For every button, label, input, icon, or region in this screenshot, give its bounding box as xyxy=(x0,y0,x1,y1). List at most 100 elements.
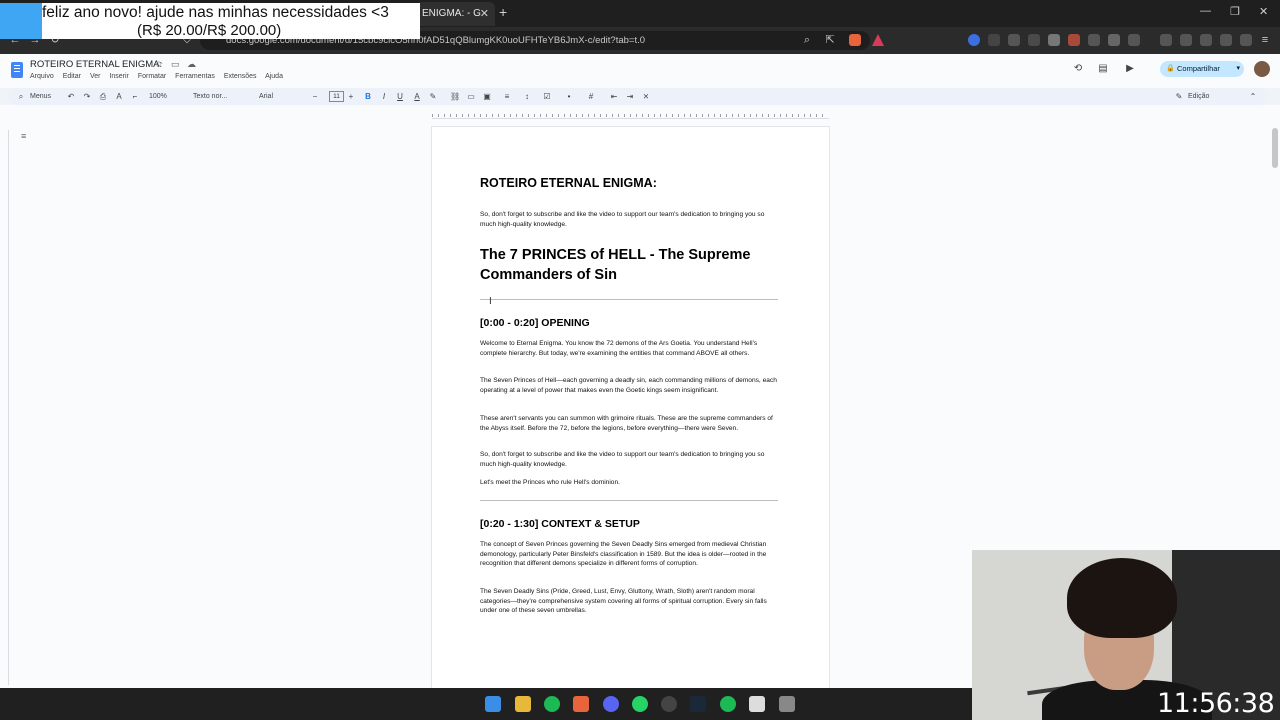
ruler-tick xyxy=(486,114,487,117)
align-icon[interactable]: ≡ xyxy=(502,90,512,103)
cloud-status-icon[interactable]: ☁ xyxy=(187,59,196,70)
extension-7-icon[interactable] xyxy=(1088,34,1100,46)
ruler-tick xyxy=(516,114,517,117)
extension-1-icon[interactable] xyxy=(968,34,980,46)
comment-icon[interactable]: ▭ xyxy=(466,90,476,103)
horizontal-ruler[interactable] xyxy=(432,111,829,119)
grammarly-icon[interactable] xyxy=(1028,34,1040,46)
spellcheck-icon[interactable]: A xyxy=(114,90,124,103)
menu-format[interactable]: Formatar xyxy=(138,73,166,80)
sidebar-icon[interactable] xyxy=(1180,34,1192,46)
font-select[interactable]: Arial xyxy=(259,90,273,103)
editing-mode-select[interactable]: Edição xyxy=(1188,90,1209,103)
share-button[interactable]: 🔒 Compartilhar ▾ xyxy=(1160,61,1244,77)
extension-2-icon[interactable] xyxy=(988,34,1000,46)
link-icon[interactable]: ⛓ xyxy=(450,90,460,103)
menu-tools[interactable]: Ferramentas xyxy=(175,73,215,80)
zoom-select[interactable]: 100% xyxy=(149,90,167,103)
paint-format-icon[interactable]: ⌐ xyxy=(130,90,140,103)
ruler-tick xyxy=(468,114,469,117)
minimize-icon[interactable]: — xyxy=(1200,5,1211,17)
steam-icon[interactable] xyxy=(690,696,706,712)
share-page-icon[interactable]: ⇱ xyxy=(823,33,837,47)
document-title[interactable]: ROTEIRO ETERNAL ENIGMA: xyxy=(30,59,162,70)
document-outline-icon[interactable]: ≡ xyxy=(21,131,26,141)
browser-tab-active[interactable]: ENIGMA: - G ✕ xyxy=(415,2,495,26)
browser-menu-icon[interactable]: ≡ xyxy=(1258,33,1272,47)
vpn-icon[interactable] xyxy=(1240,34,1252,46)
menu-help[interactable]: Ajuda xyxy=(265,73,283,80)
donation-progress-fill xyxy=(0,3,42,39)
calculator-icon[interactable] xyxy=(779,696,795,712)
brave-icon[interactable] xyxy=(573,696,589,712)
increase-indent-icon[interactable]: ⇥ xyxy=(625,90,635,103)
comments-icon[interactable]: ▤ xyxy=(1097,63,1109,75)
star-icon[interactable]: ☆ xyxy=(155,59,163,70)
start-icon[interactable] xyxy=(485,696,501,712)
checklist-icon[interactable]: ☑ xyxy=(542,90,552,103)
redo-icon[interactable]: ↷ xyxy=(82,90,92,103)
underline-icon[interactable]: U xyxy=(395,90,405,103)
avatar[interactable] xyxy=(1254,61,1270,77)
leo-ai-icon[interactable] xyxy=(1220,34,1232,46)
undo-icon[interactable]: ↶ xyxy=(66,90,76,103)
bold-icon[interactable]: B xyxy=(363,90,373,103)
menu-edit[interactable]: Editar xyxy=(63,73,81,80)
vertical-ruler[interactable] xyxy=(2,130,9,685)
italic-icon[interactable]: I xyxy=(379,90,389,103)
menu-file[interactable]: Arquivo xyxy=(30,73,54,80)
zoom-search-icon[interactable]: ⌕ xyxy=(800,33,814,47)
move-folder-icon[interactable]: ▭ xyxy=(171,59,180,70)
menus-search[interactable]: Menus xyxy=(30,90,51,103)
file-explorer-icon[interactable] xyxy=(515,696,531,712)
spotify-icon[interactable] xyxy=(544,696,560,712)
decrease-indent-icon[interactable]: ⇤ xyxy=(609,90,619,103)
brave-shield-icon[interactable] xyxy=(849,34,861,46)
docs-logo-icon[interactable] xyxy=(11,62,23,78)
ruler-tick xyxy=(738,114,739,117)
wallet-icon[interactable] xyxy=(1200,34,1212,46)
menu-insert[interactable]: Inserir xyxy=(109,73,128,80)
menu-extensions[interactable]: Extensões xyxy=(224,73,257,80)
history-icon[interactable]: ⟲ xyxy=(1072,63,1084,75)
discord-icon[interactable] xyxy=(603,696,619,712)
extension-6-icon[interactable] xyxy=(1068,34,1080,46)
decrease-size-icon[interactable]: − xyxy=(310,90,320,103)
new-tab-icon[interactable]: + xyxy=(499,4,507,20)
brave-rewards-icon[interactable] xyxy=(872,34,884,46)
bullet-list-icon[interactable]: • xyxy=(564,90,574,103)
highlight-icon[interactable]: ✎ xyxy=(428,90,438,103)
obs-icon[interactable] xyxy=(661,696,677,712)
search-icon[interactable]: ⌕ xyxy=(16,90,26,103)
maximize-icon[interactable]: ❐ xyxy=(1230,5,1240,18)
print-icon[interactable]: ⎙ xyxy=(98,90,108,103)
extension-9-icon[interactable] xyxy=(1128,34,1140,46)
extensions-puzzle-icon[interactable] xyxy=(1108,34,1120,46)
extension-5-icon[interactable] xyxy=(1048,34,1060,46)
clear-formatting-icon[interactable]: ⨯ xyxy=(641,90,651,103)
chevron-down-icon[interactable]: ▾ xyxy=(1236,61,1240,77)
meet-icon[interactable]: ▶ xyxy=(1124,63,1136,75)
collapse-menus-icon[interactable]: ⌃ xyxy=(1248,90,1258,103)
media-icon[interactable] xyxy=(1160,34,1172,46)
ruler-tick xyxy=(696,114,697,117)
font-size-field[interactable]: 11 xyxy=(329,91,344,102)
close-window-icon[interactable]: ✕ xyxy=(1259,5,1268,18)
ruler-tick xyxy=(750,114,751,117)
ruler-tick xyxy=(684,114,685,117)
line-spacing-icon[interactable]: ↕ xyxy=(522,90,532,103)
numbered-list-icon[interactable]: # xyxy=(586,90,596,103)
increase-size-icon[interactable]: + xyxy=(346,90,356,103)
menu-view[interactable]: Ver xyxy=(90,73,101,80)
whatsapp-icon[interactable] xyxy=(632,696,648,712)
text-color-icon[interactable]: A xyxy=(412,90,422,103)
scrollbar[interactable] xyxy=(1272,128,1278,168)
pencil-icon: ✎ xyxy=(1175,92,1183,101)
extension-3-icon[interactable] xyxy=(1008,34,1020,46)
close-tab-icon[interactable]: ✕ xyxy=(480,2,489,26)
app-icon[interactable] xyxy=(749,696,765,712)
spotify-2-icon[interactable] xyxy=(720,696,736,712)
image-icon[interactable]: ▣ xyxy=(482,90,492,103)
style-select[interactable]: Texto nor... xyxy=(193,90,227,103)
ruler-tick xyxy=(774,114,775,117)
